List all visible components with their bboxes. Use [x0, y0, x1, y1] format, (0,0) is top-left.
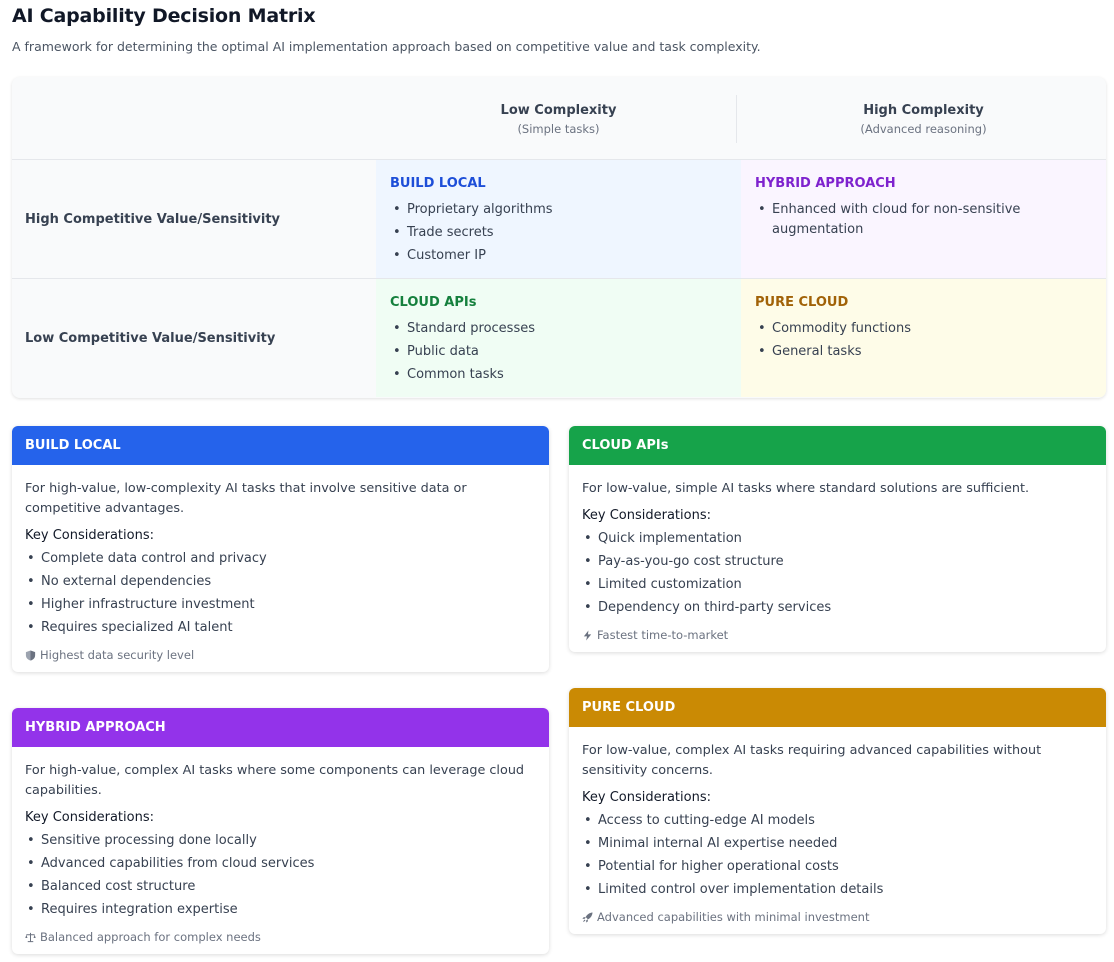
list-item: General tasks — [755, 342, 1092, 362]
list-item: Commodity functions — [755, 319, 1092, 339]
list-item: Complete data control and privacy — [25, 549, 536, 569]
card-hybrid-approach: HYBRID APPROACH For high-value, complex … — [12, 708, 549, 954]
list-item: Limited customization — [582, 575, 1093, 595]
card-footer-text: Advanced capabilities with minimal inves… — [597, 910, 870, 924]
list-item: Advanced capabilities from cloud service… — [25, 854, 536, 874]
shield-icon — [25, 649, 36, 661]
column-header-high-complexity: High Complexity (Advanced reasoning) — [741, 77, 1106, 159]
bolt-icon — [583, 629, 592, 641]
list-item: Common tasks — [390, 365, 727, 385]
cell-list: Commodity functions General tasks — [755, 319, 1092, 362]
card-description: For high-value, low-complexity AI tasks … — [25, 481, 467, 516]
card-header: HYBRID APPROACH — [12, 708, 549, 747]
card-footer: Fastest time-to-market — [582, 628, 1093, 642]
column-label: High Complexity — [863, 103, 984, 118]
list-item: Sensitive processing done locally — [25, 831, 536, 851]
list-item: Trade secrets — [390, 223, 727, 243]
key-considerations-heading: Key Considerations: — [25, 810, 154, 825]
card-cloud-apis: CLOUD APIs For low-value, simple AI task… — [569, 426, 1106, 652]
list-item: Higher infrastructure investment — [25, 595, 536, 615]
page-subtitle: A framework for determining the optimal … — [12, 39, 761, 54]
card-footer: Advanced capabilities with minimal inves… — [582, 910, 1093, 924]
rocket-icon — [582, 911, 593, 923]
card-description: For low-value, simple AI tasks where sta… — [582, 481, 1030, 496]
card-description: For low-value, complex AI tasks requirin… — [582, 743, 1042, 778]
cell-title: CLOUD APIs — [390, 295, 477, 310]
card-footer-text: Fastest time-to-market — [597, 628, 729, 642]
list-item: Balanced cost structure — [25, 877, 536, 897]
list-item: Pay-as-you-go cost structure — [582, 552, 1093, 572]
column-sublabel: (Advanced reasoning) — [860, 122, 987, 136]
cell-list: Enhanced with cloud for non-sensitive au… — [755, 200, 1092, 240]
card-description: For high-value, complex AI tasks where s… — [25, 763, 525, 798]
card-pure-cloud: PURE CLOUD For low-value, complex AI tas… — [569, 688, 1106, 934]
cell-pure-cloud: PURE CLOUD Commodity functions General ta… — [741, 278, 1106, 397]
list-item: No external dependencies — [25, 572, 536, 592]
cell-list: Standard processes Public data Common task… — [390, 319, 727, 385]
key-considerations-heading: Key Considerations: — [25, 528, 154, 543]
cell-title: PURE CLOUD — [755, 295, 849, 310]
cell-list: Proprietary algorithms Trade secrets Custo… — [390, 200, 727, 266]
column-sublabel: (Simple tasks) — [517, 122, 600, 136]
list-item: Limited control over implementation deta… — [582, 880, 1093, 900]
considerations-list: Complete data control and privacy No exte… — [25, 549, 536, 638]
column-header-low-complexity: Low Complexity (Simple tasks) — [376, 77, 741, 159]
scale-icon — [25, 932, 36, 942]
card-header: CLOUD APIs — [569, 426, 1106, 465]
cell-title: HYBRID APPROACH — [755, 176, 896, 191]
list-item: Enhanced with cloud for non-sensitive au… — [755, 200, 1092, 240]
decision-matrix: Low Complexity (Simple tasks) High Compl… — [12, 77, 1106, 398]
list-item: Potential for higher operational costs — [582, 857, 1093, 877]
card-footer: Highest data security level — [25, 648, 536, 662]
considerations-list: Sensitive processing done locally Advance… — [25, 831, 536, 920]
card-footer-text: Highest data security level — [40, 648, 195, 662]
list-item: Requires integration expertise — [25, 900, 536, 920]
cell-title: BUILD LOCAL — [390, 176, 486, 191]
cell-build-local: BUILD LOCAL Proprietary algorithms Trade … — [376, 159, 741, 278]
card-header: BUILD LOCAL — [12, 426, 549, 465]
cell-cloud-apis: CLOUD APIs Standard processes Public data… — [376, 278, 741, 397]
list-item: Standard processes — [390, 319, 727, 339]
key-considerations-heading: Key Considerations: — [582, 790, 711, 805]
card-footer: Balanced approach for complex needs — [25, 930, 536, 944]
list-item: Access to cutting-edge AI models — [582, 811, 1093, 831]
page-title: AI Capability Decision Matrix — [12, 5, 316, 27]
cell-hybrid-approach: HYBRID APPROACH Enhanced with cloud for … — [741, 159, 1106, 278]
list-item: Dependency on third-party services — [582, 598, 1093, 618]
row-label-high-value: High Competitive Value/Sensitivity — [12, 159, 376, 278]
column-label: Low Complexity — [500, 103, 617, 118]
list-item: Proprietary algorithms — [390, 200, 727, 220]
column-divider — [736, 95, 737, 143]
considerations-list: Quick implementation Pay-as-you-go cost s… — [582, 529, 1093, 618]
list-item: Quick implementation — [582, 529, 1093, 549]
list-item: Minimal internal AI expertise needed — [582, 834, 1093, 854]
list-item: Requires specialized AI talent — [25, 618, 536, 638]
key-considerations-heading: Key Considerations: — [582, 508, 711, 523]
row-label-low-value: Low Competitive Value/Sensitivity — [12, 278, 376, 397]
card-header: PURE CLOUD — [569, 688, 1106, 727]
list-item: Customer IP — [390, 246, 727, 266]
card-footer-text: Balanced approach for complex needs — [40, 930, 261, 944]
list-item: Public data — [390, 342, 727, 362]
card-build-local: BUILD LOCAL For high-value, low-complexi… — [12, 426, 549, 672]
considerations-list: Access to cutting-edge AI models Minimal … — [582, 811, 1093, 900]
